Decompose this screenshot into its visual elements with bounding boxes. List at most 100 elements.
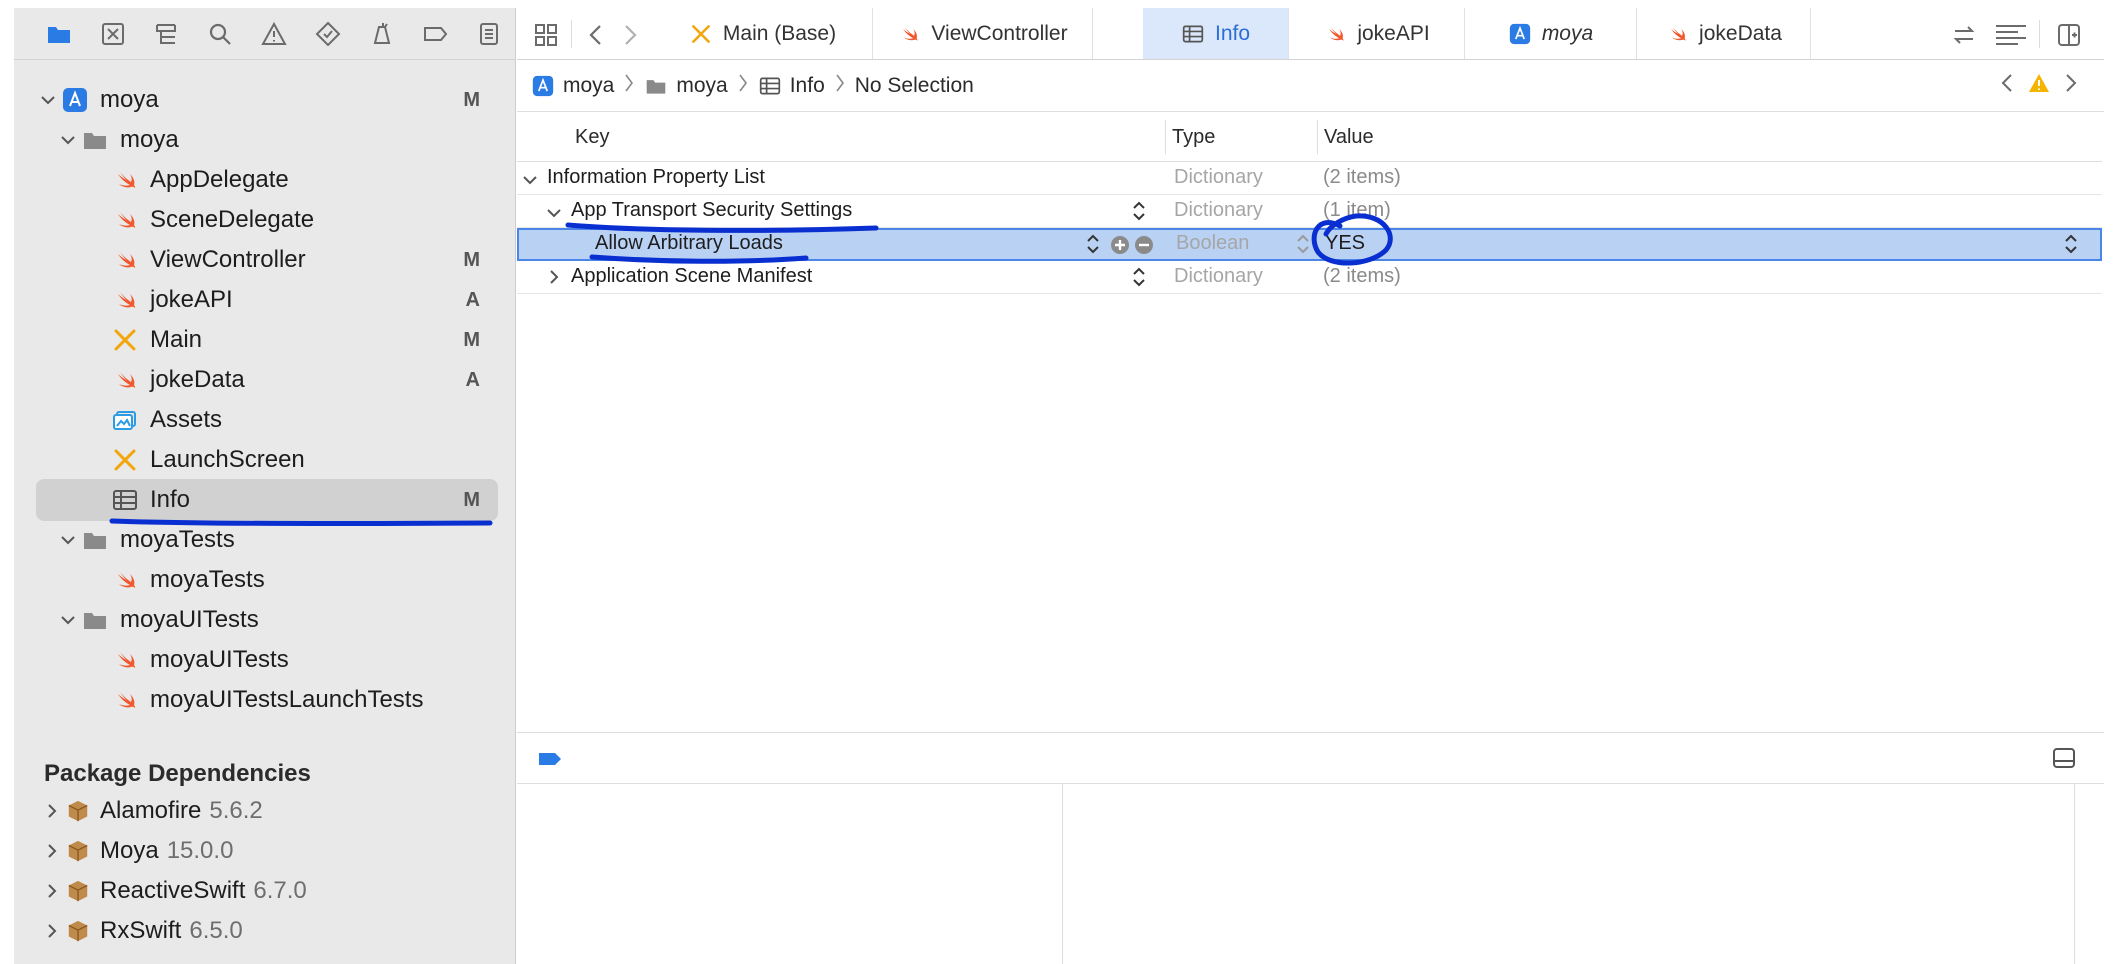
plist-row[interactable]: App Transport Security Settings Dictiona…	[517, 195, 2102, 228]
key-column-header[interactable]: Key	[575, 126, 609, 149]
tab-jokeapi[interactable]: jokeAPI	[1289, 8, 1465, 59]
folder-icon	[80, 125, 110, 155]
key-stepper-icon[interactable]	[1131, 266, 1147, 288]
breadcrumb-item[interactable]: Info	[758, 74, 825, 98]
file-tree-row[interactable]: moya M	[36, 80, 498, 120]
tab-moya[interactable]: moya	[1465, 8, 1637, 59]
plist-row[interactable]: Application Scene Manifest Dictionary (2…	[517, 261, 2102, 294]
breadcrumb-item[interactable]: moya	[531, 74, 614, 98]
remove-item-icon[interactable]	[1133, 234, 1155, 256]
warning-icon[interactable]	[247, 16, 301, 52]
breakpoint-icon[interactable]	[408, 16, 462, 52]
symbol-icon[interactable]	[140, 16, 194, 52]
file-tree-row[interactable]: AppDelegate	[86, 160, 498, 200]
plist-value[interactable]: YES	[1325, 232, 1365, 255]
package-row[interactable]: Alamofire 5.6.2	[44, 791, 263, 831]
tab-info[interactable]: Info	[1143, 8, 1289, 59]
swift-icon	[110, 245, 140, 275]
package-name: RxSwift	[100, 917, 182, 944]
breadcrumb-separator-icon	[738, 72, 748, 100]
package-row[interactable]: RxSwift 6.5.0	[44, 911, 243, 951]
file-tree-row[interactable]: moyaUITests	[56, 600, 498, 640]
next-issue-icon[interactable]	[2064, 72, 2078, 100]
file-tree-row[interactable]: moyaUITestsLaunchTests	[86, 680, 498, 720]
folder-icon[interactable]	[32, 16, 86, 52]
file-tree-row[interactable]: Main M	[86, 320, 498, 360]
chevron-down-icon[interactable]	[56, 528, 80, 552]
grid-icon[interactable]	[531, 20, 561, 50]
chevron-down-icon[interactable]	[545, 204, 563, 222]
plist-key[interactable]: Allow Arbitrary Loads	[595, 232, 783, 255]
file-tree-row[interactable]: moyaTests	[86, 560, 498, 600]
value-column-header[interactable]: Value	[1324, 126, 1374, 149]
package-row[interactable]: Moya 15.0.0	[44, 831, 233, 871]
key-stepper-icon[interactable]	[1085, 233, 1101, 255]
breadcrumb-item[interactable]: moya	[644, 73, 728, 98]
file-tree-row[interactable]: moyaUITests	[86, 640, 498, 680]
search-icon[interactable]	[193, 16, 247, 52]
storyboard-icon	[689, 22, 713, 46]
chevron-down-icon[interactable]	[521, 171, 539, 189]
warning-badge-icon[interactable]	[2028, 72, 2050, 100]
file-tree-row[interactable]: Info M	[86, 480, 498, 520]
breadcrumb-item[interactable]: No Selection	[855, 74, 974, 98]
chevron-right-icon[interactable]	[44, 842, 66, 860]
breadcrumb-label: Info	[789, 73, 825, 97]
file-tree-row[interactable]: Assets	[86, 400, 498, 440]
type-stepper-icon[interactable]	[1295, 233, 1311, 255]
file-tree-row[interactable]: jokeData A	[86, 360, 498, 400]
add-editor-icon[interactable]	[2054, 20, 2084, 50]
breadcrumb-separator-icon	[835, 72, 845, 100]
breadcrumb-label: moya	[676, 73, 728, 97]
test-icon[interactable]	[301, 16, 355, 52]
chevron-right-icon[interactable]	[44, 922, 66, 940]
package-version: 15.0.0	[166, 837, 234, 864]
chevron-right-icon[interactable]	[44, 802, 66, 820]
tab-main-base[interactable]: Main (Base)	[653, 8, 873, 59]
type-column-header[interactable]: Type	[1172, 126, 1215, 149]
source-control-status-badge: M	[463, 328, 480, 351]
key-stepper-icon[interactable]	[1131, 200, 1147, 222]
editor-options-icon[interactable]	[1991, 20, 2031, 50]
plist-key[interactable]: Application Scene Manifest	[571, 265, 812, 288]
plist-key[interactable]: App Transport Security Settings	[571, 199, 852, 222]
tab-label: Info	[1214, 21, 1251, 45]
package-row[interactable]: ReactiveSwift 6.7.0	[44, 871, 307, 911]
source-control-status-badge: A	[465, 288, 480, 311]
previous-issue-icon[interactable]	[2000, 72, 2014, 100]
chevron-down-icon[interactable]	[36, 88, 60, 112]
file-tree-row[interactable]: moyaTests	[56, 520, 498, 560]
tab-jokedata[interactable]: jokeData	[1637, 8, 1811, 59]
console-view[interactable]	[1063, 784, 2075, 964]
file-tree-row[interactable]: moya	[56, 120, 498, 160]
file-tree-row[interactable]: jokeAPI A	[86, 280, 498, 320]
plist-key: Information Property List	[547, 166, 765, 188]
file-tree-row[interactable]: SceneDelegate	[86, 200, 498, 240]
chevron-right-icon[interactable]	[44, 882, 66, 900]
forward-arrow-icon[interactable]	[615, 20, 645, 50]
plist-value: (2 items)	[1323, 265, 1401, 287]
add-item-icon[interactable]	[1109, 234, 1131, 256]
plist-row[interactable]: Information Property List Dictionary (2 …	[517, 162, 2102, 195]
breakpoint-toggle-icon[interactable]	[537, 751, 563, 767]
file-tree-row[interactable]: LaunchScreen	[86, 440, 498, 480]
chevron-right-icon[interactable]	[545, 268, 563, 286]
chevron-down-icon[interactable]	[56, 128, 80, 152]
editor-tab-bar: Main (Base) ViewController Info jokeAPI moya…	[517, 8, 2104, 60]
value-stepper-icon[interactable]	[2063, 233, 2079, 255]
report-icon[interactable]	[462, 16, 516, 52]
plist-row-selected[interactable]: Allow Arbitrary Loads Boolean YES	[517, 228, 2102, 261]
swap-arrows-icon[interactable]	[1949, 20, 1979, 50]
tab-viewcontroller[interactable]: ViewController	[873, 8, 1093, 59]
file-tree-row[interactable]: ViewController M	[86, 240, 498, 280]
source-control-icon[interactable]	[86, 16, 140, 52]
back-arrow-icon[interactable]	[581, 20, 611, 50]
hide-debug-area-icon[interactable]	[2052, 747, 2076, 769]
folder-icon	[644, 74, 668, 98]
app-icon	[531, 74, 555, 98]
variables-view[interactable]	[517, 784, 1063, 964]
chevron-down-icon[interactable]	[56, 608, 80, 632]
file-name: Assets	[150, 406, 223, 433]
debug-icon[interactable]	[355, 16, 409, 52]
